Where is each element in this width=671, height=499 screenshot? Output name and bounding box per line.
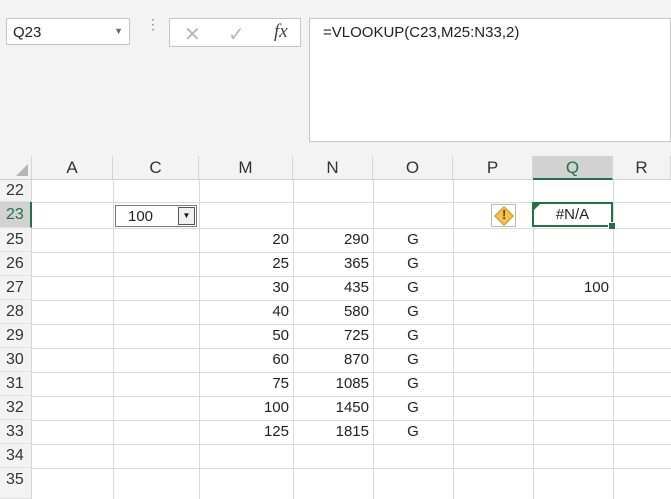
table-cell-m[interactable]: 125: [199, 420, 293, 444]
table-cell-n[interactable]: 1815: [293, 420, 373, 444]
active-cell-value: #N/A: [555, 206, 590, 223]
column-header-n[interactable]: N: [293, 156, 373, 180]
dropdown-value: 100: [128, 208, 154, 225]
row-header-34[interactable]: 34: [0, 444, 32, 468]
grid-line: [32, 444, 671, 445]
column-header-q[interactable]: Q: [533, 156, 613, 180]
cell-q27[interactable]: 100: [533, 276, 613, 300]
table-cell-o[interactable]: G: [373, 420, 453, 444]
grip-icon[interactable]: ⋮: [146, 17, 160, 31]
table-cell-m[interactable]: 75: [199, 372, 293, 396]
row-header-33[interactable]: 33: [0, 420, 32, 444]
check-icon[interactable]: ✓: [228, 22, 245, 47]
name-box[interactable]: Q23 ▼: [6, 18, 130, 45]
column-header-c[interactable]: C: [113, 156, 199, 180]
table-cell-o[interactable]: G: [373, 300, 453, 324]
table-cell-m[interactable]: 20: [199, 228, 293, 252]
lookup-dropdown[interactable]: 100 ▼: [115, 205, 197, 227]
column-header-r[interactable]: R: [613, 156, 671, 180]
row-header-25[interactable]: 25: [0, 228, 32, 252]
column-header-o[interactable]: O: [373, 156, 453, 180]
table-cell-o[interactable]: G: [373, 252, 453, 276]
row-header-30[interactable]: 30: [0, 348, 32, 372]
select-all-corner[interactable]: [0, 156, 32, 180]
table-cell-n[interactable]: 435: [293, 276, 373, 300]
table-cell-n[interactable]: 1085: [293, 372, 373, 396]
chevron-down-icon[interactable]: ▼: [178, 207, 195, 225]
formula-bar-area: Q23 ▼ ⋮ ✕ ✓ fx =VLOOKUP(C23,M25:N33,2): [0, 0, 671, 156]
error-indicator-icon: [534, 204, 540, 210]
table-cell-n[interactable]: 365: [293, 252, 373, 276]
formula-text: =VLOOKUP(C23,M25:N33,2): [323, 24, 520, 41]
row-header-26[interactable]: 26: [0, 252, 32, 276]
table-cell-n[interactable]: 580: [293, 300, 373, 324]
column-header-m[interactable]: M: [199, 156, 293, 180]
table-cell-n[interactable]: 1450: [293, 396, 373, 420]
table-cell-m[interactable]: 60: [199, 348, 293, 372]
active-cell-q23[interactable]: #N/A: [532, 202, 613, 227]
row-header-32[interactable]: 32: [0, 396, 32, 420]
error-warning-button[interactable]: !: [491, 204, 516, 227]
spreadsheet-grid[interactable]: A C M N O P Q R 22 23 25 26 27 28 29 30 …: [0, 156, 671, 499]
table-cell-m[interactable]: 50: [199, 324, 293, 348]
name-box-value: Q23: [13, 24, 42, 41]
table-cell-m[interactable]: 40: [199, 300, 293, 324]
formula-buttons: ✕ ✓ fx: [169, 18, 301, 47]
table-cell-n[interactable]: 870: [293, 348, 373, 372]
table-cell-o[interactable]: G: [373, 348, 453, 372]
row-header-28[interactable]: 28: [0, 300, 32, 324]
grid-line: [32, 468, 671, 469]
cancel-icon[interactable]: ✕: [184, 22, 201, 47]
fx-icon[interactable]: fx: [274, 21, 288, 43]
warning-mark: !: [502, 207, 507, 222]
table-cell-o[interactable]: G: [373, 228, 453, 252]
table-cell-o[interactable]: G: [373, 276, 453, 300]
column-header-a[interactable]: A: [32, 156, 113, 180]
row-header-35[interactable]: 35: [0, 468, 32, 499]
table-cell-o[interactable]: G: [373, 324, 453, 348]
table-cell-n[interactable]: 290: [293, 228, 373, 252]
table-cell-o[interactable]: G: [373, 396, 453, 420]
table-cell-n[interactable]: 725: [293, 324, 373, 348]
table-cell-o[interactable]: G: [373, 372, 453, 396]
row-header-27[interactable]: 27: [0, 276, 32, 300]
chevron-down-icon[interactable]: ▼: [114, 26, 123, 36]
row-header-23[interactable]: 23: [0, 202, 32, 228]
formula-input[interactable]: =VLOOKUP(C23,M25:N33,2): [309, 18, 671, 142]
fill-handle[interactable]: [608, 222, 616, 230]
table-cell-m[interactable]: 25: [199, 252, 293, 276]
table-cell-m[interactable]: 100: [199, 396, 293, 420]
column-header-p[interactable]: P: [453, 156, 533, 180]
table-cell-m[interactable]: 30: [199, 276, 293, 300]
row-header-29[interactable]: 29: [0, 324, 32, 348]
row-header-31[interactable]: 31: [0, 372, 32, 396]
row-header-22[interactable]: 22: [0, 180, 32, 202]
